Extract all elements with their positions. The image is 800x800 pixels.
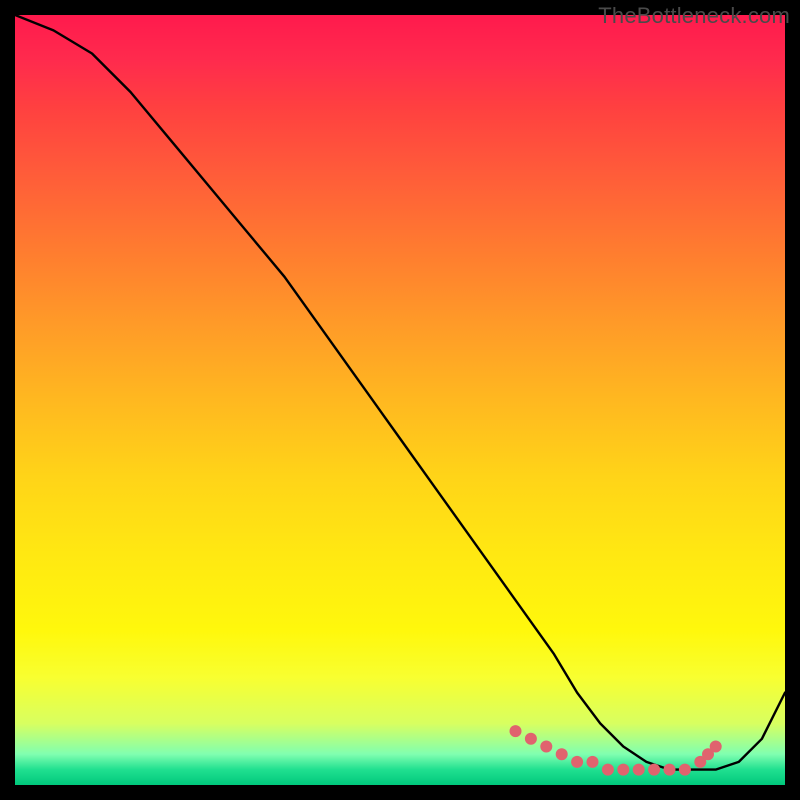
watermark-text: TheBottleneck.com xyxy=(598,3,790,29)
highlight-dots xyxy=(510,725,722,776)
highlight-dot xyxy=(602,764,614,776)
chart-plot-area xyxy=(15,15,785,785)
highlight-dot xyxy=(510,725,522,737)
highlight-dot xyxy=(710,741,722,753)
bottleneck-curve xyxy=(15,15,785,770)
highlight-dot xyxy=(679,764,691,776)
chart-stage: TheBottleneck.com xyxy=(0,0,800,800)
highlight-dot xyxy=(587,756,599,768)
highlight-dot xyxy=(525,733,537,745)
highlight-dot xyxy=(571,756,583,768)
highlight-dot xyxy=(648,764,660,776)
highlight-dot xyxy=(664,764,676,776)
chart-svg xyxy=(15,15,785,785)
highlight-dot xyxy=(617,764,629,776)
highlight-dot xyxy=(556,748,568,760)
highlight-dot xyxy=(633,764,645,776)
highlight-dot xyxy=(540,741,552,753)
